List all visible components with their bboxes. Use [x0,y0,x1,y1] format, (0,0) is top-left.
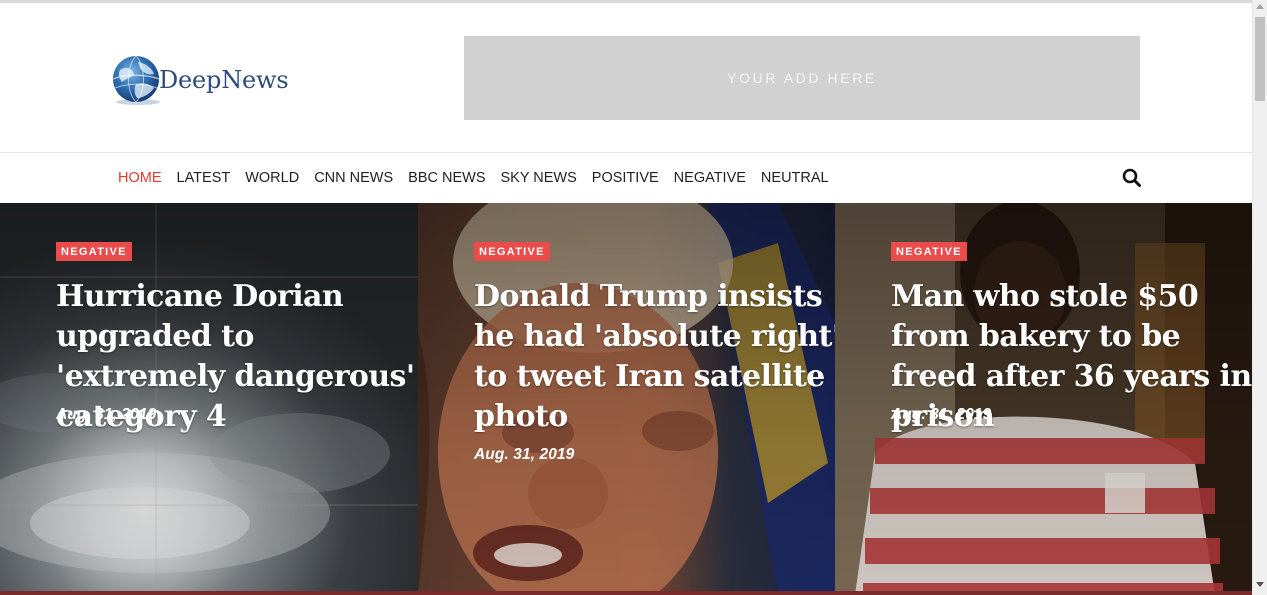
search-icon[interactable] [1121,167,1143,189]
bottom-strip [0,591,1252,595]
nav-item-home[interactable]: HOME [118,170,162,186]
ad-banner-text: YOUR ADD HERE [727,70,877,86]
ad-banner[interactable]: YOUR ADD HERE [464,36,1140,120]
nav-item-latest[interactable]: LATEST [177,170,231,186]
nav-item-positive[interactable]: POSITIVE [592,170,659,186]
publish-date: Aug. 31, 2019 [56,406,157,423]
publish-date: Aug. 31, 2019 [474,446,575,463]
page-scrollbar[interactable] [1252,0,1267,595]
scroll-up-arrow-icon[interactable] [1256,4,1264,9]
nav-item-world[interactable]: WORLD [245,170,299,186]
brand-name: DeepNews [159,66,289,94]
main-nav: HOME LATEST WORLD CNN NEWS BBC NEWS SKY … [0,152,1252,203]
nav-menu: HOME LATEST WORLD CNN NEWS BBC NEWS SKY … [118,153,844,203]
news-card-hurricane[interactable]: NEGATIVE Hurricane Dorian upgraded to 'e… [0,203,418,595]
nav-item-cnn-news[interactable]: CNN NEWS [314,170,393,186]
category-badge[interactable]: NEGATIVE [474,242,550,261]
globe-icon [110,54,162,106]
headline[interactable]: Donald Trump insists he had 'absolute ri… [474,277,835,437]
scroll-thumb[interactable] [1255,17,1265,101]
news-card-bakery[interactable]: NEGATIVE Man who stole $50 from bakery t… [835,203,1252,595]
category-badge[interactable]: NEGATIVE [56,242,132,261]
nav-item-neutral[interactable]: NEUTRAL [761,170,829,186]
nav-item-sky-news[interactable]: SKY NEWS [501,170,577,186]
scroll-down-arrow-icon[interactable] [1256,582,1264,587]
publish-date: Aug. 31, 2019 [891,406,992,423]
nav-item-bbc-news[interactable]: BBC NEWS [408,170,485,186]
nav-item-negative[interactable]: NEGATIVE [674,170,746,186]
category-badge[interactable]: NEGATIVE [891,242,967,261]
site-header: DeepNews YOUR ADD HERE [0,3,1252,153]
featured-news-grid: NEGATIVE Hurricane Dorian upgraded to 'e… [0,203,1252,595]
site-logo[interactable]: DeepNews [110,52,289,108]
news-card-trump[interactable]: NEGATIVE Donald Trump insists he had 'ab… [418,203,835,595]
